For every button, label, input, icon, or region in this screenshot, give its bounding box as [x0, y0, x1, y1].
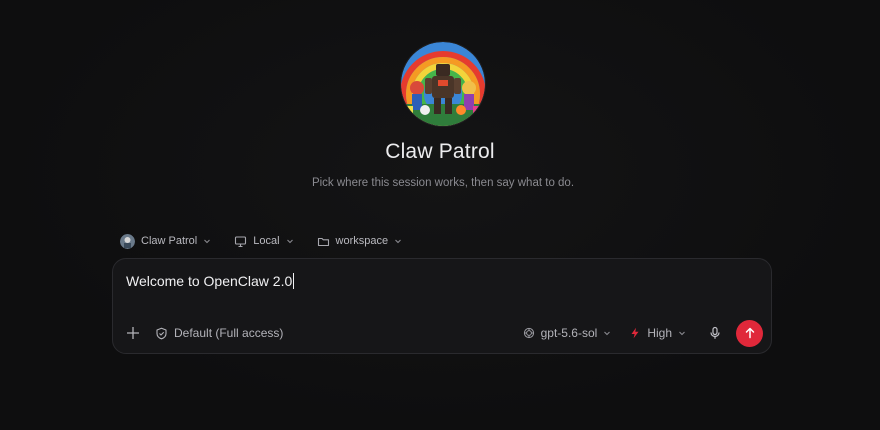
microphone-button[interactable]: [708, 326, 722, 340]
model-label: gpt-5.6-sol: [540, 326, 598, 340]
environment-selector-label: Local: [253, 235, 280, 247]
access-mode-label: Default (Full access): [174, 326, 284, 340]
effort-label: High: [647, 326, 672, 340]
agent-mini-avatar-icon: [120, 233, 135, 249]
folder-selector-label: workspace: [335, 235, 389, 247]
agent-avatar: [401, 42, 485, 126]
app-window: Claw Patrol Pick where this session work…: [0, 0, 880, 430]
access-mode-selector[interactable]: Default (Full access): [155, 326, 283, 340]
session-selectors: Claw Patrol Local workspace: [120, 231, 421, 251]
text-caret: [293, 273, 295, 289]
page-subtitle: Pick where this session works, then say …: [311, 177, 575, 189]
effort-selector[interactable]: High: [629, 326, 686, 340]
prompt-input-text: Welcome to OpenClaw 2.0: [126, 273, 293, 289]
folder-selector[interactable]: workspace: [317, 233, 410, 250]
chevron-down-icon: [604, 331, 611, 336]
agent-selector-label: Claw Patrol: [141, 235, 198, 247]
prompt-composer[interactable]: Welcome to OpenClaw 2.0 Default (Full ac…: [112, 258, 772, 354]
lightning-icon: [631, 327, 639, 339]
monitor-icon: [235, 235, 247, 247]
environment-selector[interactable]: Local: [234, 233, 300, 250]
claw-patrol-avatar-icon: [401, 42, 485, 126]
shield-check-icon: [156, 327, 167, 339]
prompt-input[interactable]: Welcome to OpenClaw 2.0: [126, 273, 295, 289]
model-icon: [523, 327, 534, 339]
page-title: Claw Patrol: [385, 140, 495, 163]
model-selector[interactable]: gpt-5.6-sol: [523, 326, 612, 340]
agent-selector[interactable]: Claw Patrol: [120, 232, 218, 251]
send-button[interactable]: [736, 319, 763, 347]
chevron-down-icon: [204, 239, 211, 244]
chevron-down-icon: [679, 331, 685, 336]
chevron-down-icon: [395, 239, 402, 244]
add-attachment-button[interactable]: [125, 325, 141, 341]
arrow-up-icon: [745, 327, 754, 339]
folder-icon: [317, 237, 329, 246]
composer-toolbar: Default (Full access) gpt-5.6-sol High: [123, 319, 763, 347]
chevron-down-icon: [286, 239, 293, 244]
